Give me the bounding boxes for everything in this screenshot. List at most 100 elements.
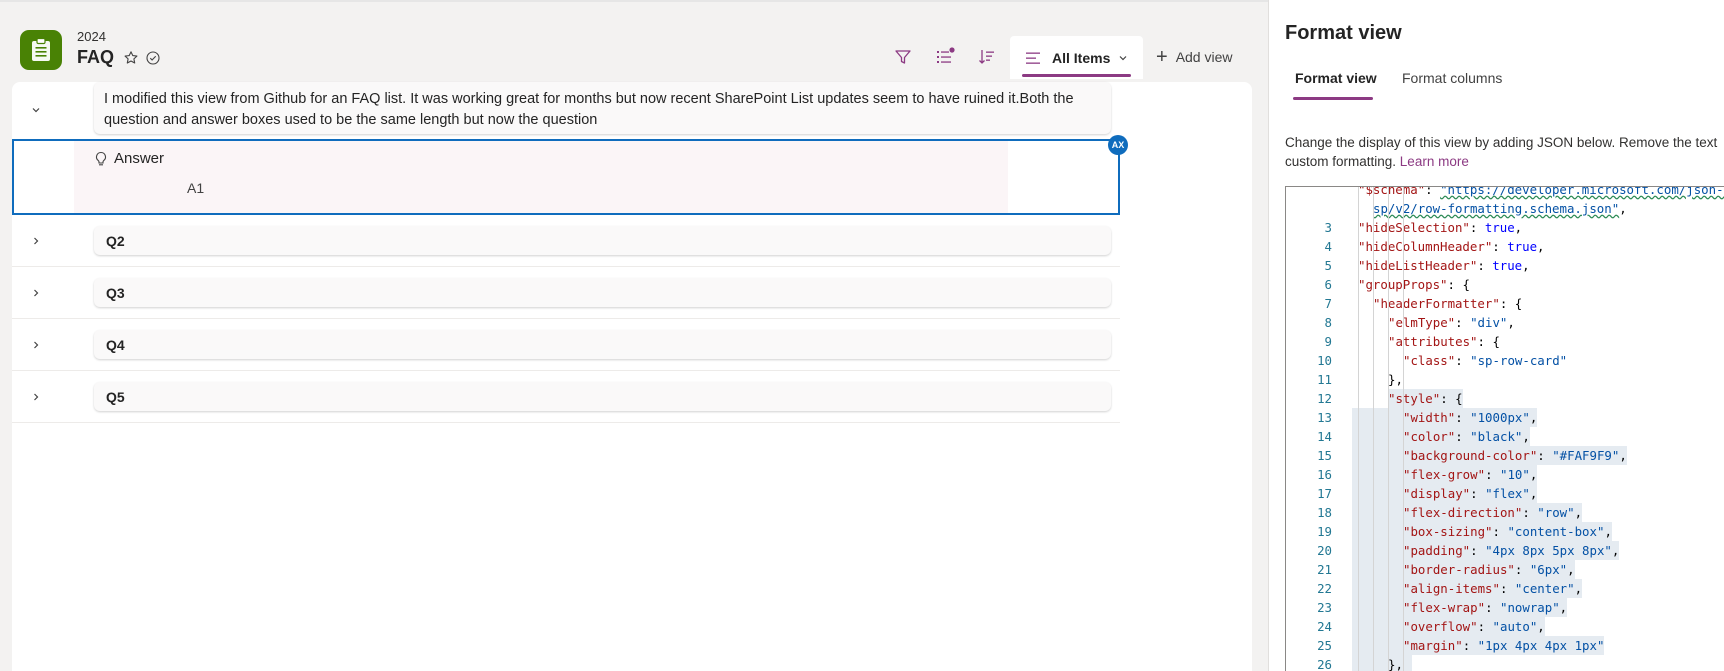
star-icon[interactable]: [123, 50, 139, 66]
code-line: 4 "hideColumnHeader": true,: [1286, 237, 1724, 256]
code-text: "headerFormatter": {: [1373, 296, 1523, 311]
indent-guide: [1373, 187, 1374, 671]
pane-description: Change the display of this view by addin…: [1285, 133, 1724, 171]
format-view-pane: Format view Format view Format columns C…: [1268, 0, 1724, 671]
check-circle-icon[interactable]: [145, 50, 161, 66]
code-text: },: [1388, 655, 1403, 671]
line-number: 26: [1317, 657, 1332, 671]
code-text: "groupProps": {: [1358, 277, 1470, 292]
line-number: 16: [1317, 467, 1332, 482]
accessibility-badge[interactable]: AX: [1108, 135, 1128, 155]
answer-label: Answer: [114, 150, 165, 167]
code-line: 20 "padding": "4px 8px 5px 8px",: [1286, 541, 1724, 560]
chevron-right-icon[interactable]: [28, 389, 44, 405]
code-line: 17 "display": "flex",: [1286, 484, 1724, 503]
sort-icon[interactable]: [977, 47, 997, 67]
question-card: Q2: [94, 226, 1111, 255]
list-item[interactable]: Q2: [12, 215, 1120, 267]
view-selector[interactable]: All Items: [1010, 36, 1143, 79]
line-number: 10: [1317, 353, 1332, 368]
top-divider: [0, 0, 1268, 2]
code-text: "align-items": "center",: [1403, 579, 1583, 598]
question-card: Q3: [94, 278, 1111, 307]
code-line: 15 "background-color": "#FAF9F9",: [1286, 446, 1724, 465]
add-view-button[interactable]: + Add view: [1156, 47, 1233, 67]
answer-row-focused[interactable]: Answer A1: [12, 139, 1120, 215]
list-item[interactable]: Q5: [12, 371, 1120, 423]
code-line: 26},: [1286, 655, 1724, 671]
code-line: 21 "border-radius": "6px",: [1286, 560, 1724, 579]
code-line: 23 "flex-wrap": "nowrap",: [1286, 598, 1724, 617]
code-line: sp/v2/row-formatting.schema.json",: [1286, 199, 1724, 218]
code-line: 10 "class": "sp-row-card": [1286, 351, 1724, 370]
code-text: "flex-grow": "10",: [1403, 465, 1538, 484]
line-number: 25: [1317, 638, 1332, 653]
lightbulb-icon: [95, 151, 107, 165]
description-line-1: Change the display of this view by addin…: [1285, 135, 1718, 150]
code-text: "background-color": "#FAF9F9",: [1403, 446, 1627, 465]
code-text: "hideColumnHeader": true,: [1358, 239, 1545, 254]
code-line: 12 "style": {: [1286, 389, 1724, 408]
list-item[interactable]: Q3: [12, 267, 1120, 319]
code-text: "hideListHeader": true,: [1358, 258, 1530, 273]
indent-guide: [1388, 187, 1389, 671]
line-number: 18: [1317, 505, 1332, 520]
question-card: Q4: [94, 330, 1111, 359]
chevron-right-icon[interactable]: [28, 337, 44, 353]
code-line: 25 "margin": "1px 4px 4px 1px": [1286, 636, 1724, 655]
code-line: 18 "flex-direction": "row",: [1286, 503, 1724, 522]
add-view-label: Add view: [1175, 49, 1233, 65]
indent-guide: [1358, 187, 1359, 671]
code-line: "$schema": "https://developer.microsoft.…: [1286, 186, 1724, 199]
line-number: 9: [1324, 334, 1332, 349]
list-view-icon: [1026, 52, 1040, 64]
answer-header: Answer: [94, 150, 164, 167]
line-number: 6: [1324, 277, 1332, 292]
line-number: 13: [1317, 410, 1332, 425]
chevron-right-icon[interactable]: [28, 233, 44, 249]
line-number: 15: [1317, 448, 1332, 463]
code-line: 11},: [1286, 370, 1724, 389]
tab-format-columns[interactable]: Format columns: [1402, 70, 1502, 86]
code-line: 16 "flex-grow": "10",: [1286, 465, 1724, 484]
code-line: 13 "width": "1000px",: [1286, 408, 1724, 427]
code-text: "flex-wrap": "nowrap",: [1403, 598, 1568, 617]
plus-icon: +: [1156, 46, 1168, 68]
code-line: 24 "overflow": "auto",: [1286, 617, 1724, 636]
code-text: "elmType": "div",: [1388, 315, 1515, 330]
code-text: "display": "flex",: [1403, 484, 1538, 503]
line-number: 5: [1324, 258, 1332, 273]
code-text: "width": "1000px",: [1403, 408, 1538, 427]
description-line-2: custom formatting.: [1285, 154, 1400, 169]
line-number: 23: [1317, 600, 1332, 615]
code-text: "box-sizing": "content-box",: [1403, 522, 1612, 541]
code-text: "$schema": "https://developer.microsoft.…: [1358, 186, 1724, 197]
filter-icon[interactable]: [893, 47, 913, 67]
code-text: "border-radius": "6px",: [1403, 560, 1575, 579]
code-text: sp/v2/row-formatting.schema.json",: [1373, 201, 1627, 216]
chevron-down-icon[interactable]: [28, 102, 44, 118]
line-number: 24: [1317, 619, 1332, 634]
view-label: All Items: [1052, 49, 1111, 66]
code-text: "margin": "1px 4px 4px 1px": [1403, 636, 1605, 655]
code-line: 5 "hideListHeader": true,: [1286, 256, 1724, 275]
code-line: 9 "attributes": {: [1286, 332, 1724, 351]
answer-value: A1: [187, 180, 205, 196]
list-year: 2024: [77, 29, 106, 44]
line-number: 14: [1317, 429, 1332, 444]
clipboard-icon: [20, 30, 62, 70]
line-number: 3: [1324, 220, 1332, 235]
tab-format-view[interactable]: Format view: [1295, 70, 1377, 86]
chevron-right-icon[interactable]: [28, 285, 44, 301]
json-code-editor[interactable]: "$schema": "https://developer.microsoft.…: [1285, 186, 1724, 671]
line-number: 8: [1324, 315, 1332, 330]
line-number: 7: [1324, 296, 1332, 311]
code-text: "flex-direction": "row",: [1403, 503, 1583, 522]
learn-more-link[interactable]: Learn more: [1400, 154, 1469, 169]
group-list-icon[interactable]: [935, 47, 955, 67]
code-text: "color": "black",: [1403, 427, 1530, 446]
code-line: 19 "box-sizing": "content-box",: [1286, 522, 1724, 541]
list-item[interactable]: Q4: [12, 319, 1120, 371]
list-item[interactable]: I modified this view from Github for an …: [12, 82, 1120, 140]
question-card: I modified this view from Github for an …: [94, 82, 1111, 134]
